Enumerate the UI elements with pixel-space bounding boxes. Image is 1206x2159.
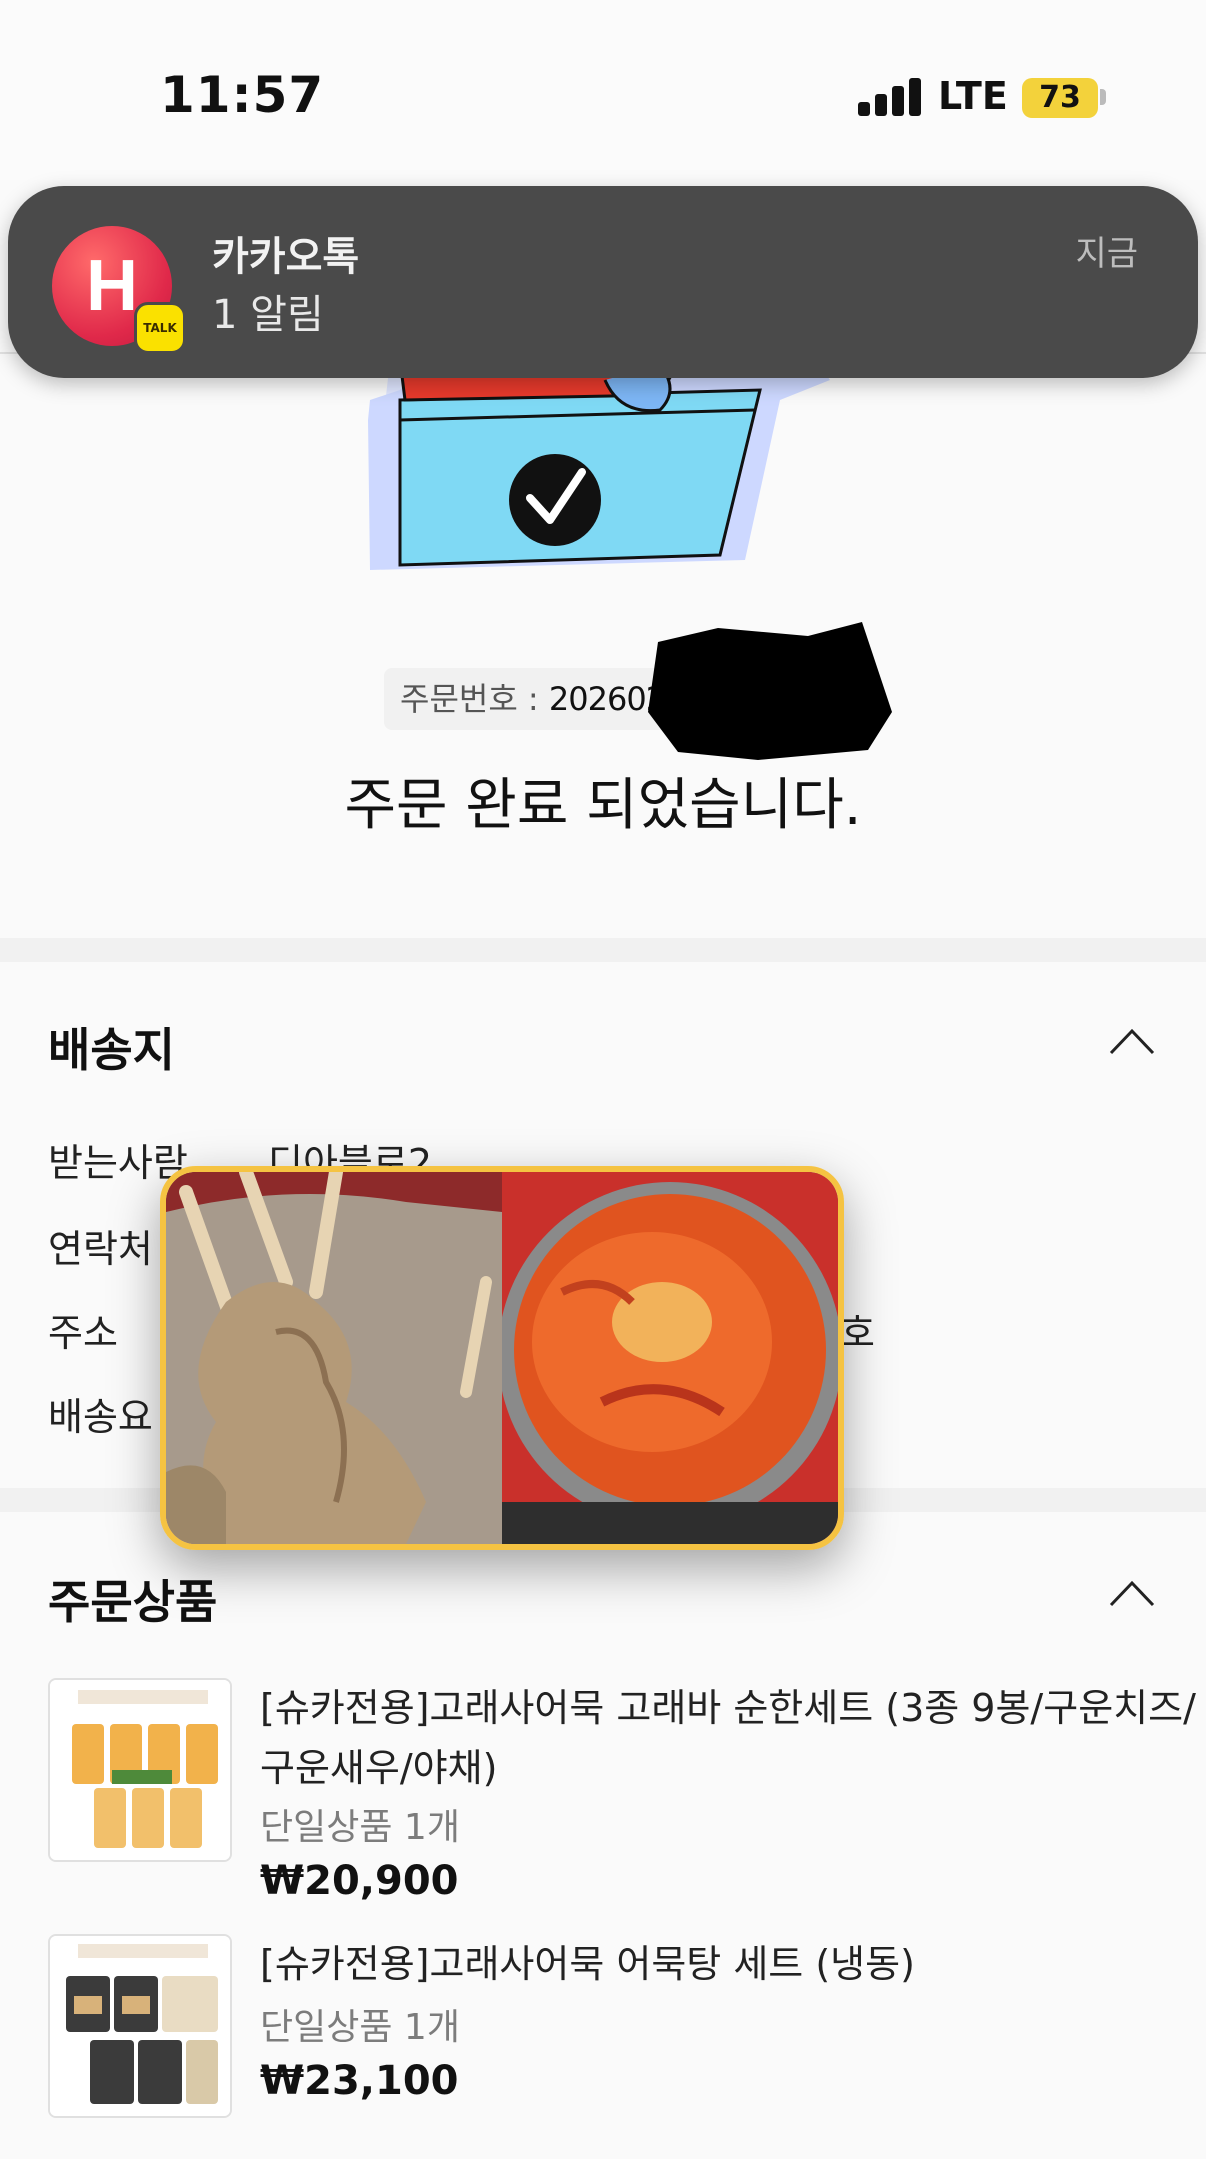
chevron-up-icon[interactable]: [1108, 1026, 1156, 1056]
order-item[interactable]: [슈카전용]고래사어묵 어묵탕 세트 (냉동) 단일상품 1개 ₩23,100: [48, 1934, 1168, 2124]
product-price: ₩20,900: [260, 1858, 459, 1904]
product-price: ₩23,100: [260, 2058, 459, 2104]
battery-level: 73: [1039, 80, 1081, 115]
order-number-label: 주문번호 :: [400, 680, 539, 718]
product-option: 단일상품 1개: [260, 2007, 460, 2048]
order-items-section-title: 주문상품: [48, 1575, 218, 1629]
food-photo-popup[interactable]: [160, 1166, 844, 1550]
chevron-up-icon[interactable]: [1108, 1578, 1156, 1608]
status-bar: 11:57 LTE 73: [0, 0, 1206, 180]
spicy-fishcake-stew-photo: [498, 1172, 838, 1544]
kakaotalk-badge-icon: TALK: [134, 302, 186, 354]
shipping-section-title: 배송지: [48, 1023, 175, 1077]
order-item[interactable]: [슈카전용]고래사어묵 고래바 순한세트 (3종 9봉/구운치즈/구운새우/야채…: [48, 1678, 1196, 1928]
stew-pot-image: [498, 1172, 838, 1544]
notification-message: 1 알림: [212, 292, 324, 338]
section-divider: [0, 938, 1206, 962]
notification-app-name: 카카오톡: [212, 234, 360, 280]
order-complete-message: 주문 완료 되었습니다.: [344, 773, 862, 838]
battery-icon: 73: [1022, 78, 1098, 118]
delivery-request-label: 배송요: [48, 1395, 153, 1439]
contact-label: 연락처: [48, 1227, 153, 1271]
status-time: 11:57: [160, 66, 325, 124]
address-value-tail: 호: [840, 1311, 875, 1355]
order-check-illustration: [368, 360, 830, 570]
address-label: 주소: [48, 1311, 118, 1355]
product-name: [슈카전용]고래사어묵 어묵탕 세트 (냉동): [260, 1942, 915, 1986]
fishcake-skewers-image: [166, 1172, 502, 1544]
network-type: LTE: [938, 74, 1008, 118]
product-option: 단일상품 1개: [260, 1807, 460, 1848]
product-name: [슈카전용]고래사어묵 고래바 순한세트 (3종 9봉/구운치즈/구운새우/야채…: [260, 1686, 1196, 1790]
notification-time: 지금: [1075, 234, 1138, 274]
redaction-mark: [648, 622, 892, 760]
fishcake-soup-set-image: [50, 1936, 230, 2116]
fishcake-skewer-photo: [166, 1172, 502, 1544]
kakaotalk-notification[interactable]: H TALK 카카오톡 1 알림 지금: [8, 186, 1198, 378]
product-thumbnail: [48, 1934, 232, 2118]
product-thumbnail: [48, 1678, 232, 1862]
order-complete-screen: 11:57 LTE 73 주문번호 : 20260224 주문 완료 되었습니다…: [0, 0, 1206, 2159]
cellular-signal-icon: [858, 76, 922, 116]
fishcake-bar-package-image: [50, 1680, 230, 1860]
battery-cap: [1100, 89, 1106, 105]
